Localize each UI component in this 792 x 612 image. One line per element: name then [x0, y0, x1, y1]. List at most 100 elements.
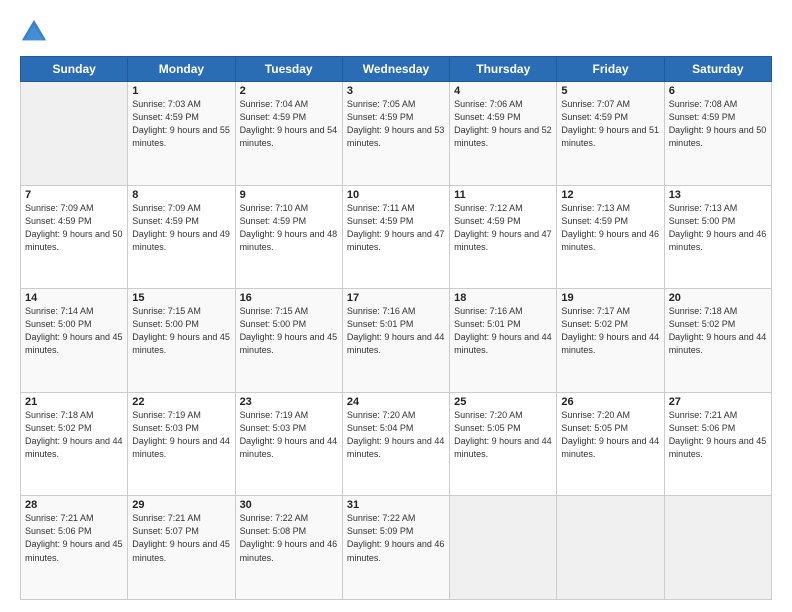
col-header-sunday: Sunday	[21, 57, 128, 82]
day-info: Sunrise: 7:22 AM Sunset: 5:09 PM Dayligh…	[347, 513, 445, 562]
day-info: Sunrise: 7:20 AM Sunset: 5:05 PM Dayligh…	[561, 410, 659, 459]
calendar-cell: 15 Sunrise: 7:15 AM Sunset: 5:00 PM Dayl…	[128, 289, 235, 393]
day-number: 9	[240, 189, 338, 201]
calendar-cell: 8 Sunrise: 7:09 AM Sunset: 4:59 PM Dayli…	[128, 185, 235, 289]
day-number: 3	[347, 85, 445, 97]
day-number: 15	[132, 292, 230, 304]
calendar-cell: 14 Sunrise: 7:14 AM Sunset: 5:00 PM Dayl…	[21, 289, 128, 393]
calendar-cell: 30 Sunrise: 7:22 AM Sunset: 5:08 PM Dayl…	[235, 496, 342, 600]
day-number: 17	[347, 292, 445, 304]
calendar-cell	[21, 82, 128, 186]
calendar-cell: 31 Sunrise: 7:22 AM Sunset: 5:09 PM Dayl…	[342, 496, 449, 600]
day-number: 26	[561, 396, 659, 408]
day-number: 16	[240, 292, 338, 304]
calendar-cell	[664, 496, 771, 600]
day-info: Sunrise: 7:13 AM Sunset: 5:00 PM Dayligh…	[669, 203, 767, 252]
calendar-cell: 5 Sunrise: 7:07 AM Sunset: 4:59 PM Dayli…	[557, 82, 664, 186]
day-number: 29	[132, 499, 230, 511]
calendar-week-4: 21 Sunrise: 7:18 AM Sunset: 5:02 PM Dayl…	[21, 392, 772, 496]
calendar-cell: 7 Sunrise: 7:09 AM Sunset: 4:59 PM Dayli…	[21, 185, 128, 289]
col-header-monday: Monday	[128, 57, 235, 82]
col-header-wednesday: Wednesday	[342, 57, 449, 82]
col-header-thursday: Thursday	[450, 57, 557, 82]
day-info: Sunrise: 7:11 AM Sunset: 4:59 PM Dayligh…	[347, 203, 445, 252]
calendar-week-3: 14 Sunrise: 7:14 AM Sunset: 5:00 PM Dayl…	[21, 289, 772, 393]
day-number: 11	[454, 189, 552, 201]
calendar-cell: 20 Sunrise: 7:18 AM Sunset: 5:02 PM Dayl…	[664, 289, 771, 393]
day-info: Sunrise: 7:08 AM Sunset: 4:59 PM Dayligh…	[669, 99, 767, 148]
calendar-cell: 16 Sunrise: 7:15 AM Sunset: 5:00 PM Dayl…	[235, 289, 342, 393]
calendar-cell	[450, 496, 557, 600]
calendar-cell: 11 Sunrise: 7:12 AM Sunset: 4:59 PM Dayl…	[450, 185, 557, 289]
calendar-cell: 25 Sunrise: 7:20 AM Sunset: 5:05 PM Dayl…	[450, 392, 557, 496]
day-info: Sunrise: 7:04 AM Sunset: 4:59 PM Dayligh…	[240, 99, 338, 148]
calendar-table: SundayMondayTuesdayWednesdayThursdayFrid…	[20, 56, 772, 600]
day-number: 31	[347, 499, 445, 511]
day-number: 14	[25, 292, 123, 304]
day-info: Sunrise: 7:05 AM Sunset: 4:59 PM Dayligh…	[347, 99, 445, 148]
calendar-cell: 1 Sunrise: 7:03 AM Sunset: 4:59 PM Dayli…	[128, 82, 235, 186]
day-number: 23	[240, 396, 338, 408]
day-info: Sunrise: 7:16 AM Sunset: 5:01 PM Dayligh…	[454, 306, 552, 355]
calendar-week-1: 1 Sunrise: 7:03 AM Sunset: 4:59 PM Dayli…	[21, 82, 772, 186]
col-header-tuesday: Tuesday	[235, 57, 342, 82]
calendar-cell: 28 Sunrise: 7:21 AM Sunset: 5:06 PM Dayl…	[21, 496, 128, 600]
day-number: 22	[132, 396, 230, 408]
day-number: 19	[561, 292, 659, 304]
calendar-header-row: SundayMondayTuesdayWednesdayThursdayFrid…	[21, 57, 772, 82]
day-number: 10	[347, 189, 445, 201]
day-number: 12	[561, 189, 659, 201]
calendar-cell: 19 Sunrise: 7:17 AM Sunset: 5:02 PM Dayl…	[557, 289, 664, 393]
day-info: Sunrise: 7:21 AM Sunset: 5:06 PM Dayligh…	[669, 410, 767, 459]
calendar-cell: 27 Sunrise: 7:21 AM Sunset: 5:06 PM Dayl…	[664, 392, 771, 496]
day-info: Sunrise: 7:21 AM Sunset: 5:06 PM Dayligh…	[25, 513, 123, 562]
day-number: 4	[454, 85, 552, 97]
day-info: Sunrise: 7:13 AM Sunset: 4:59 PM Dayligh…	[561, 203, 659, 252]
calendar-cell: 3 Sunrise: 7:05 AM Sunset: 4:59 PM Dayli…	[342, 82, 449, 186]
day-number: 8	[132, 189, 230, 201]
calendar-cell: 17 Sunrise: 7:16 AM Sunset: 5:01 PM Dayl…	[342, 289, 449, 393]
day-info: Sunrise: 7:06 AM Sunset: 4:59 PM Dayligh…	[454, 99, 552, 148]
calendar-cell: 2 Sunrise: 7:04 AM Sunset: 4:59 PM Dayli…	[235, 82, 342, 186]
header	[20, 18, 772, 46]
calendar-cell: 26 Sunrise: 7:20 AM Sunset: 5:05 PM Dayl…	[557, 392, 664, 496]
calendar-cell: 21 Sunrise: 7:18 AM Sunset: 5:02 PM Dayl…	[21, 392, 128, 496]
day-info: Sunrise: 7:21 AM Sunset: 5:07 PM Dayligh…	[132, 513, 230, 562]
day-info: Sunrise: 7:18 AM Sunset: 5:02 PM Dayligh…	[25, 410, 123, 459]
day-info: Sunrise: 7:20 AM Sunset: 5:05 PM Dayligh…	[454, 410, 552, 459]
calendar-cell: 13 Sunrise: 7:13 AM Sunset: 5:00 PM Dayl…	[664, 185, 771, 289]
col-header-friday: Friday	[557, 57, 664, 82]
day-number: 7	[25, 189, 123, 201]
day-info: Sunrise: 7:09 AM Sunset: 4:59 PM Dayligh…	[132, 203, 230, 252]
day-info: Sunrise: 7:19 AM Sunset: 5:03 PM Dayligh…	[132, 410, 230, 459]
day-number: 5	[561, 85, 659, 97]
day-info: Sunrise: 7:20 AM Sunset: 5:04 PM Dayligh…	[347, 410, 445, 459]
day-number: 13	[669, 189, 767, 201]
day-info: Sunrise: 7:15 AM Sunset: 5:00 PM Dayligh…	[240, 306, 338, 355]
calendar-cell: 18 Sunrise: 7:16 AM Sunset: 5:01 PM Dayl…	[450, 289, 557, 393]
day-info: Sunrise: 7:10 AM Sunset: 4:59 PM Dayligh…	[240, 203, 338, 252]
logo	[20, 18, 52, 46]
day-number: 27	[669, 396, 767, 408]
day-info: Sunrise: 7:07 AM Sunset: 4:59 PM Dayligh…	[561, 99, 659, 148]
calendar-week-5: 28 Sunrise: 7:21 AM Sunset: 5:06 PM Dayl…	[21, 496, 772, 600]
calendar-week-2: 7 Sunrise: 7:09 AM Sunset: 4:59 PM Dayli…	[21, 185, 772, 289]
day-info: Sunrise: 7:22 AM Sunset: 5:08 PM Dayligh…	[240, 513, 338, 562]
day-number: 30	[240, 499, 338, 511]
calendar-cell	[557, 496, 664, 600]
day-number: 1	[132, 85, 230, 97]
day-info: Sunrise: 7:03 AM Sunset: 4:59 PM Dayligh…	[132, 99, 230, 148]
logo-icon	[20, 18, 48, 46]
calendar-cell: 24 Sunrise: 7:20 AM Sunset: 5:04 PM Dayl…	[342, 392, 449, 496]
col-header-saturday: Saturday	[664, 57, 771, 82]
day-info: Sunrise: 7:14 AM Sunset: 5:00 PM Dayligh…	[25, 306, 123, 355]
day-number: 6	[669, 85, 767, 97]
calendar-cell: 12 Sunrise: 7:13 AM Sunset: 4:59 PM Dayl…	[557, 185, 664, 289]
day-number: 28	[25, 499, 123, 511]
day-info: Sunrise: 7:12 AM Sunset: 4:59 PM Dayligh…	[454, 203, 552, 252]
calendar-cell: 23 Sunrise: 7:19 AM Sunset: 5:03 PM Dayl…	[235, 392, 342, 496]
day-number: 2	[240, 85, 338, 97]
day-info: Sunrise: 7:09 AM Sunset: 4:59 PM Dayligh…	[25, 203, 123, 252]
day-info: Sunrise: 7:19 AM Sunset: 5:03 PM Dayligh…	[240, 410, 338, 459]
day-info: Sunrise: 7:17 AM Sunset: 5:02 PM Dayligh…	[561, 306, 659, 355]
